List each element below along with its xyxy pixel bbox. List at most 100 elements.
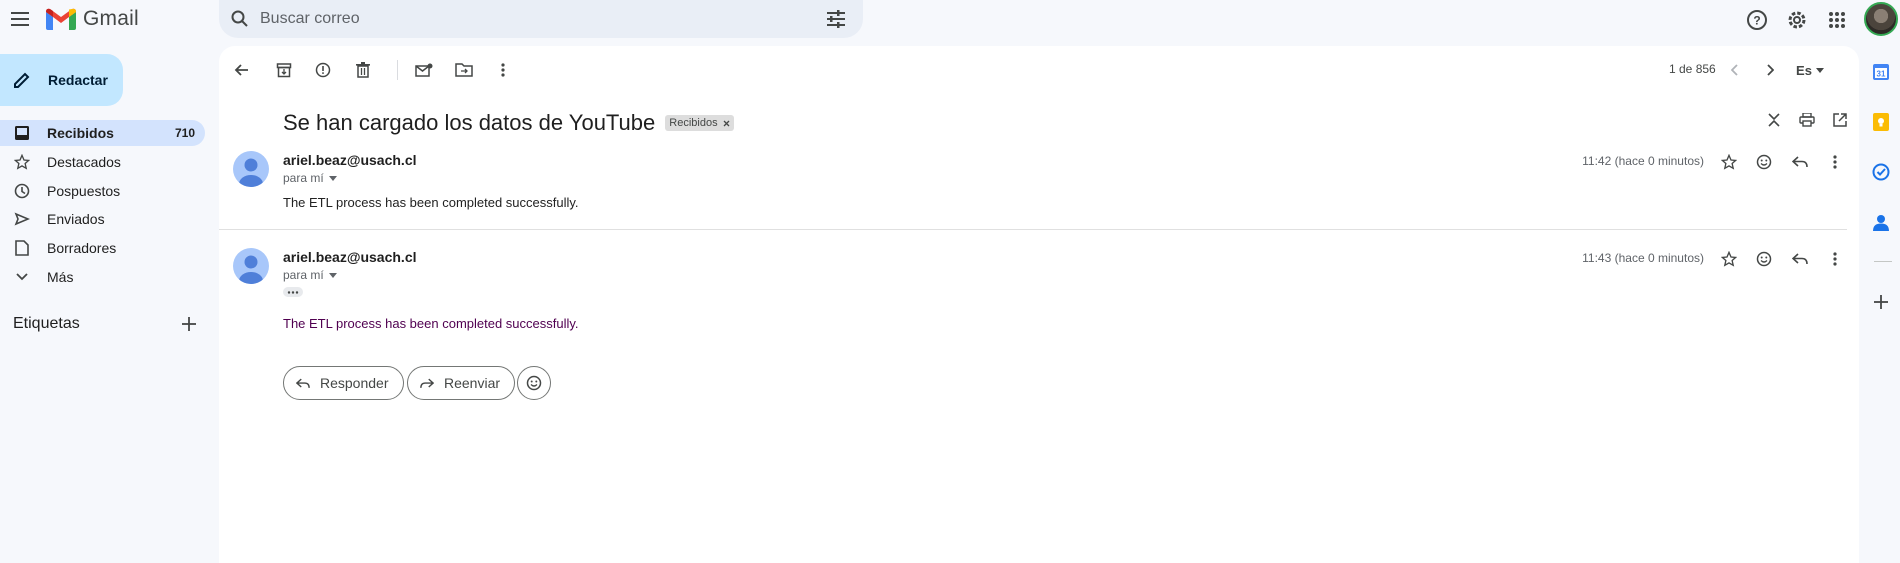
compose-button[interactable]: Redactar (0, 54, 123, 106)
open-new-window-icon[interactable] (1828, 108, 1852, 132)
sidebar-item-label: Pospuestos (47, 183, 121, 199)
details-dropdown-icon (328, 272, 337, 278)
more-vert-icon[interactable] (1823, 247, 1847, 271)
toolbar-divider (397, 60, 398, 80)
keep-icon[interactable] (1871, 112, 1891, 132)
reply-icon[interactable] (1788, 150, 1812, 174)
collapse-all-icon[interactable] (1762, 108, 1786, 132)
message-time: 11:43 (hace 0 minutos) (1582, 251, 1704, 265)
report-spam-icon[interactable] (311, 58, 335, 82)
chevron-down-icon (13, 272, 31, 282)
sender-email[interactable]: ariel.beaz@usach.cl (283, 152, 417, 168)
dropdown-arrow-icon (1815, 67, 1824, 73)
prev-message-icon[interactable] (1723, 58, 1747, 82)
sender-avatar (233, 151, 269, 187)
reply-label: Responder (320, 375, 389, 391)
labels-section: Etiquetas (13, 315, 196, 333)
labels-heading: Etiquetas (13, 315, 80, 332)
forward-button[interactable]: Reenviar (407, 366, 516, 400)
sidebar-item-label: Borradores (47, 240, 117, 256)
unread-count: 710 (174, 126, 195, 140)
mark-unread-icon[interactable] (412, 58, 436, 82)
print-icon[interactable] (1795, 108, 1819, 132)
thread-subject-row: Se han cargado los datos de YouTube Reci… (283, 110, 734, 136)
account-avatar[interactable] (1864, 2, 1898, 36)
sidebar-item-more[interactable]: Más (0, 264, 205, 290)
settings-gear-icon[interactable] (1785, 5, 1809, 35)
reply-button[interactable]: Responder (283, 366, 404, 400)
thread-subject: Se han cargado los datos de YouTube (283, 110, 656, 135)
recipient-details[interactable]: para mí (283, 171, 337, 185)
sidebar-item-label: Destacados (47, 154, 121, 170)
star-icon (13, 154, 31, 170)
message-divider (219, 229, 1847, 230)
calendar-icon[interactable]: 31 (1871, 62, 1891, 82)
next-message-icon[interactable] (1758, 58, 1782, 82)
move-to-icon[interactable] (452, 58, 476, 82)
input-tools-dropdown[interactable]: Es (1790, 58, 1830, 82)
svg-text:?: ? (1753, 14, 1760, 28)
more-vert-icon[interactable] (1823, 150, 1847, 174)
sidebar-item-label: Recibidos (47, 125, 114, 141)
ellipsis-icon (287, 290, 299, 294)
message-panel: 1 de 856 Es Se han cargado los datos de … (219, 46, 1859, 563)
sidebar-item-sent[interactable]: Enviados (0, 206, 205, 232)
message-body: The ETL process has been completed succe… (283, 316, 579, 331)
sidebar-item-inbox[interactable]: Recibidos 710 (0, 120, 205, 146)
reply-icon[interactable] (1788, 247, 1812, 271)
label-chip[interactable]: Recibidos (665, 115, 734, 131)
sidebar-item-label: Enviados (47, 211, 105, 227)
remove-label-icon[interactable] (723, 120, 730, 127)
star-icon[interactable] (1717, 247, 1741, 271)
input-tools-label: Es (1796, 62, 1812, 78)
forward-icon (420, 378, 434, 389)
reply-icon (296, 378, 310, 389)
sidebar-item-snoozed[interactable]: Pospuestos (0, 178, 205, 204)
message-body: The ETL process has been completed succe… (283, 195, 579, 210)
add-label-icon[interactable] (182, 317, 196, 331)
search-bar[interactable] (219, 0, 863, 38)
search-input[interactable] (260, 10, 820, 28)
star-icon[interactable] (1717, 150, 1741, 174)
svg-text:31: 31 (1877, 70, 1886, 79)
sidebar-item-starred[interactable]: Destacados (0, 149, 205, 175)
details-dropdown-icon (328, 175, 337, 181)
send-icon (13, 211, 31, 227)
message-time: 11:42 (hace 0 minutos) (1582, 154, 1704, 168)
draft-icon (13, 240, 31, 256)
recipient-label: para mí (283, 268, 324, 282)
search-options-icon[interactable] (826, 10, 846, 28)
sidebar-item-drafts[interactable]: Borradores (0, 235, 205, 261)
emoji-reaction-icon[interactable] (1752, 150, 1776, 174)
back-arrow-icon[interactable] (230, 58, 254, 82)
gmail-logo[interactable]: Gmail (46, 7, 139, 31)
emoji-reaction-icon[interactable] (1752, 247, 1776, 271)
archive-icon[interactable] (272, 58, 296, 82)
app-name: Gmail (83, 7, 139, 30)
help-icon[interactable]: ? (1745, 5, 1769, 35)
search-icon[interactable] (230, 9, 250, 29)
add-addon-icon[interactable] (1871, 292, 1891, 312)
pagination-count: 1 de 856 (1669, 62, 1716, 76)
sender-email[interactable]: ariel.beaz@usach.cl (283, 249, 417, 265)
label-chip-text: Recibidos (669, 117, 718, 129)
emoji-react-button[interactable] (517, 366, 551, 400)
forward-label: Reenviar (444, 375, 501, 391)
show-trimmed-content-button[interactable] (283, 287, 303, 297)
recipient-details[interactable]: para mí (283, 268, 337, 282)
tasks-icon[interactable] (1871, 162, 1891, 182)
pencil-icon (14, 72, 30, 88)
gmail-m-icon (46, 8, 76, 30)
main-menu-button[interactable] (9, 7, 33, 31)
apps-grid-icon[interactable] (1825, 5, 1849, 35)
inbox-icon (13, 125, 31, 141)
delete-icon[interactable] (351, 58, 375, 82)
emoji-icon (526, 375, 542, 391)
rail-divider (1874, 261, 1892, 262)
sidebar-item-label: Más (47, 269, 74, 285)
more-vert-icon[interactable] (491, 58, 515, 82)
contacts-icon[interactable] (1871, 213, 1891, 233)
recipient-label: para mí (283, 171, 324, 185)
sender-avatar (233, 248, 269, 284)
compose-label: Redactar (48, 72, 108, 88)
